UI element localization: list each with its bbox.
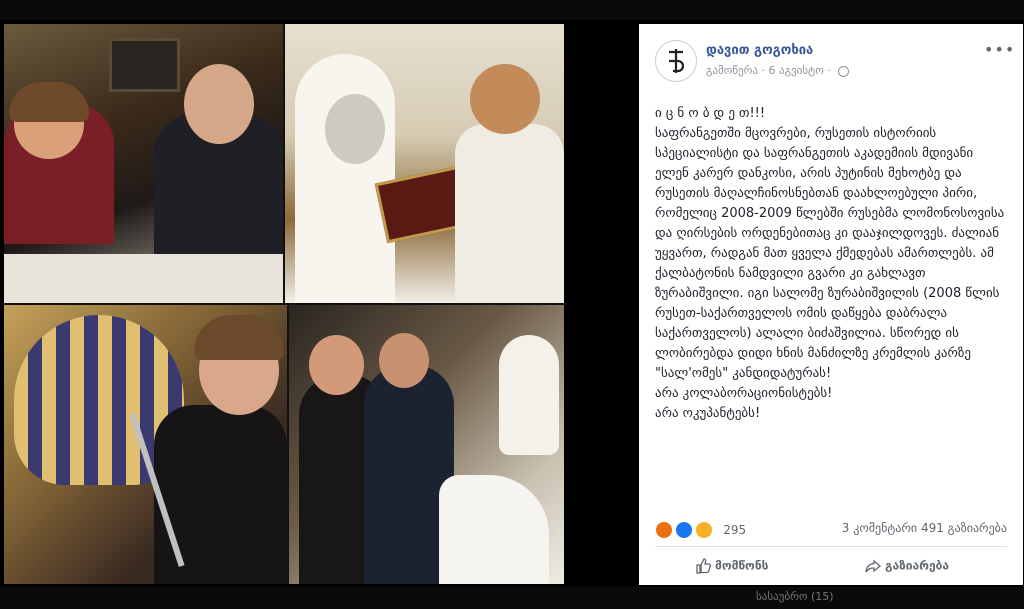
author-name[interactable]: დავით გოგოხია — [706, 43, 813, 58]
like-label: მომწონს — [715, 558, 769, 573]
like-reaction-icon — [675, 520, 694, 539]
share-label: გაზიარება — [885, 558, 950, 573]
facebook-post: დავით გოგოხია გამოწერა · 6 აგვისტო · •••… — [639, 24, 1023, 585]
logo-icon — [669, 49, 685, 73]
thumbs-up-icon — [696, 558, 712, 574]
more-options-button[interactable]: ••• — [984, 40, 1015, 59]
bottom-bar — [0, 587, 1024, 609]
top-bar — [0, 0, 1024, 20]
post-date[interactable]: 6 აგვისტო — [769, 64, 824, 77]
angry-reaction-icon — [655, 520, 673, 539]
globe-icon — [838, 65, 850, 77]
photo-portrait-with-sword[interactable] — [4, 305, 287, 584]
divider — [655, 546, 1007, 547]
post-line: საფრანგეთში მცოვრები, რუსეთის ისტორიის ს… — [655, 126, 1005, 381]
comments-shares-count[interactable]: 3 კომენტარი 491 გაზიარება — [842, 521, 1007, 535]
post-line: არა კოლაბორაციონისტებს! — [655, 386, 833, 401]
reaction-count: 295 — [723, 522, 747, 537]
photo-collage[interactable] — [4, 24, 564, 584]
post-line: არა ოკუპანტებს! — [655, 406, 761, 421]
wow-reaction-icon — [695, 520, 714, 539]
post-meta: გამოწერა · 6 აგვისტო · — [706, 64, 850, 77]
photo-bust-unveiling[interactable] — [289, 305, 564, 584]
post-text: ი ც ნ ო ბ დ ე თ!!! საფრანგეთში მცოვრები,… — [655, 104, 1011, 424]
author-avatar[interactable] — [655, 40, 697, 82]
post-actions: მომწონს გაზიარება — [655, 554, 1007, 580]
post-line: ი ც ნ ო ბ დ ე თ!!! — [655, 106, 766, 121]
follow-link[interactable]: გამოწერა — [706, 64, 758, 77]
photo-award-ceremony[interactable] — [285, 24, 564, 303]
photo-dinner[interactable] — [4, 24, 283, 303]
share-arrow-icon — [865, 559, 882, 573]
reactions-summary[interactable]: 295 — [655, 519, 747, 539]
like-button[interactable]: მომწონს — [695, 558, 768, 574]
share-button[interactable]: გაზიარება — [865, 558, 949, 574]
chat-indicator[interactable]: სასაუბრო (15) — [756, 590, 834, 603]
